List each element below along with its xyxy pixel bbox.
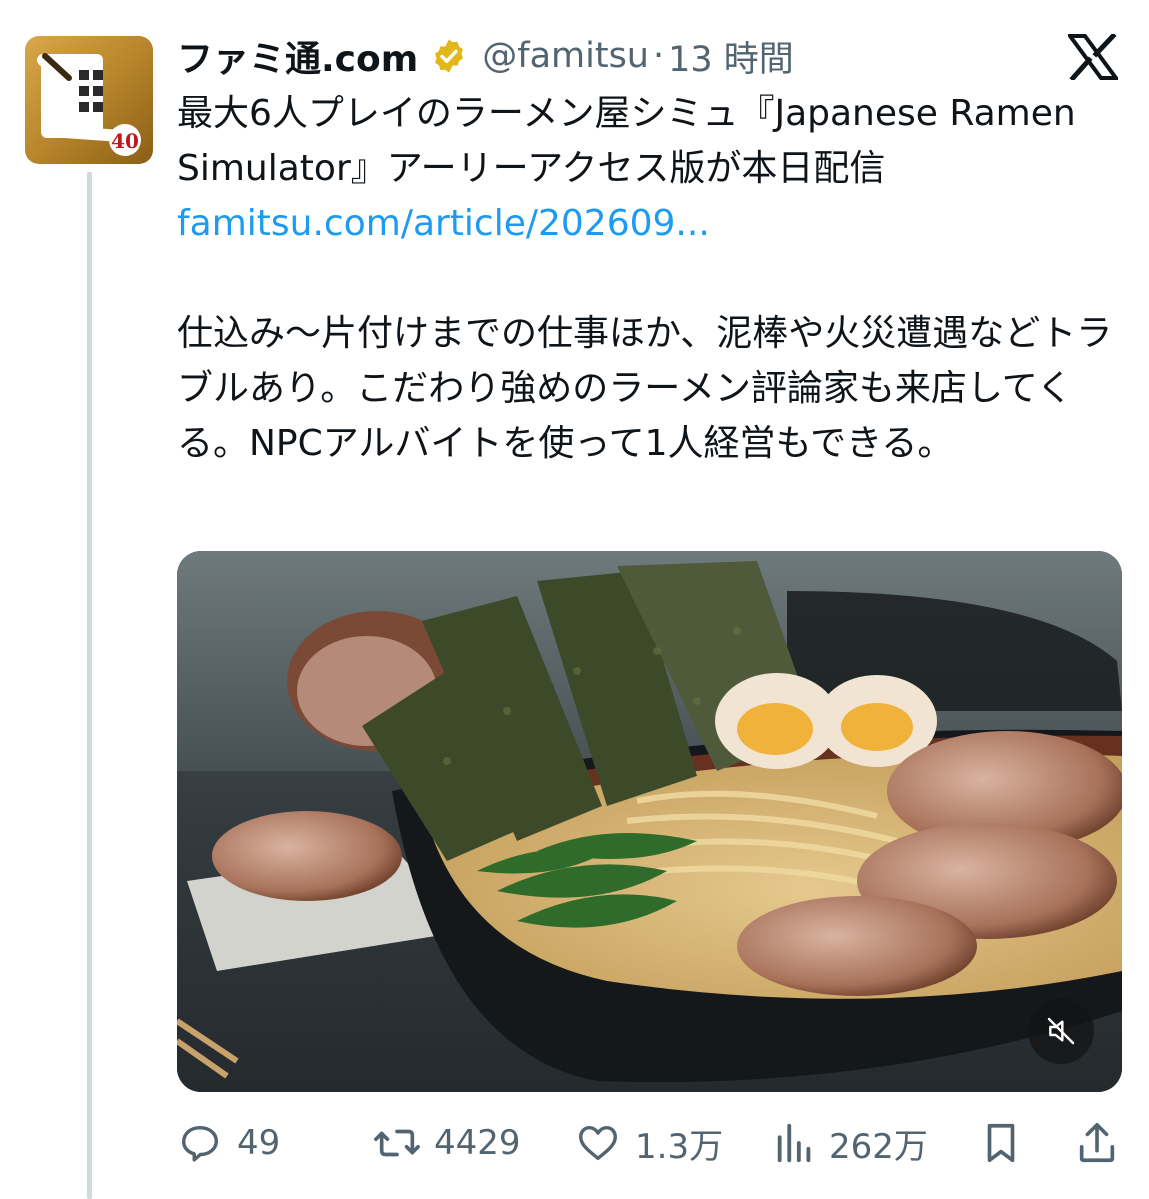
like-button[interactable]: 1.3万 xyxy=(575,1112,723,1174)
tweet-header: ファミ通.com @famitsu · 13 時間 xyxy=(177,28,794,84)
views-count: 262万 xyxy=(829,1126,928,1167)
reply-button[interactable]: 49 xyxy=(177,1112,280,1174)
x-logo-icon[interactable] xyxy=(1066,32,1120,82)
article-link[interactable]: famitsu.com/article/202609... xyxy=(177,196,1117,251)
thread-line xyxy=(87,172,92,1199)
separator-dot: · xyxy=(653,36,665,76)
reply-count: 49 xyxy=(237,1123,281,1163)
bookmark-icon xyxy=(980,1120,1022,1166)
tweet-text-line1: 最大6人プレイのラーメン屋シミュ『Japanese Ramen Simulato… xyxy=(177,93,1076,189)
tweet-text-paragraph2: 仕込み〜片付けまでの仕事ほか、泥棒や火災遭遇などトラブルあり。こだわり強めのラー… xyxy=(177,313,1113,464)
like-count: 1.3万 xyxy=(635,1126,724,1167)
tweet-text: 最大6人プレイのラーメン屋シミュ『Japanese Ramen Simulato… xyxy=(177,86,1117,471)
bookmark-button[interactable] xyxy=(980,1112,1022,1174)
mute-icon xyxy=(1045,1015,1077,1047)
action-bar: 49 4429 1.3万 262万 xyxy=(177,1112,1122,1174)
media-video[interactable] xyxy=(177,551,1122,1092)
retweet-button[interactable]: 4429 xyxy=(372,1112,521,1174)
mute-button[interactable] xyxy=(1028,998,1094,1064)
avatar-badge-text: 40 xyxy=(111,129,139,153)
avatar[interactable]: 40 xyxy=(25,36,153,164)
share-button[interactable] xyxy=(1075,1112,1119,1174)
views-button[interactable]: 262万 xyxy=(775,1112,928,1174)
heart-icon xyxy=(575,1120,621,1166)
reply-icon xyxy=(177,1120,223,1166)
display-name[interactable]: ファミ通.com xyxy=(177,30,418,82)
verified-badge-icon xyxy=(430,37,468,75)
timestamp[interactable]: 13 時間 xyxy=(668,31,794,82)
share-icon xyxy=(1075,1120,1119,1166)
handle[interactable]: @famitsu xyxy=(482,36,649,76)
retweet-count: 4429 xyxy=(434,1123,521,1163)
retweet-icon xyxy=(372,1120,422,1166)
views-chart-icon xyxy=(775,1120,815,1166)
